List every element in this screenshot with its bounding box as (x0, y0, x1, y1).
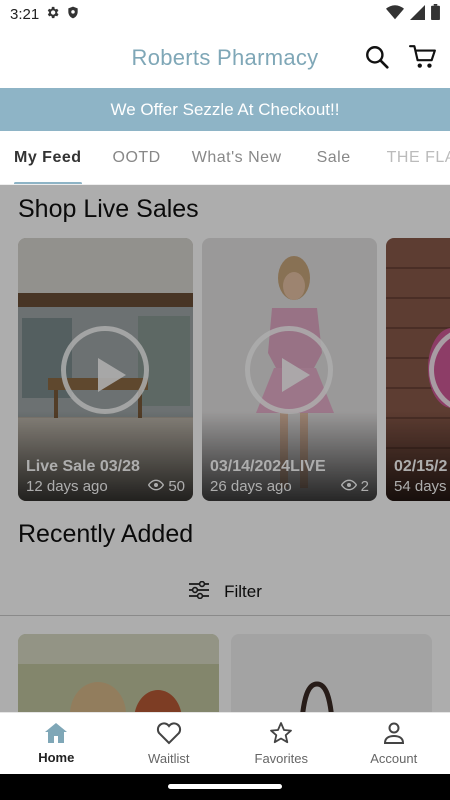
eye-icon (148, 478, 165, 495)
shield-icon (66, 5, 80, 24)
nav-home-label: Home (38, 750, 75, 765)
app-screen: 3:21 Roberts Pharmacy We Offer Sezzle At… (0, 0, 450, 800)
app-header: Roberts Pharmacy (0, 28, 450, 88)
settings-gear-icon (45, 5, 60, 24)
play-button[interactable] (61, 326, 149, 414)
status-bar: 3:21 (0, 0, 450, 28)
eye-icon (340, 478, 357, 495)
live-sale-title: 02/15/2 (394, 458, 448, 475)
feed-tabs: My Feed OOTD What's New Sale THE FLA (0, 131, 450, 185)
home-gesture-handle[interactable] (168, 784, 282, 789)
heart-icon (156, 721, 182, 748)
wifi-icon (386, 4, 404, 24)
product-card[interactable] (18, 634, 219, 712)
play-icon (282, 358, 310, 392)
search-icon[interactable] (362, 42, 392, 72)
tab-sale[interactable]: Sale (317, 131, 351, 184)
live-sale-title: Live Sale 03/28 (26, 458, 140, 475)
product-grid (18, 634, 432, 712)
live-sale-card[interactable]: Live Sale 03/28 12 days ago 50 (18, 238, 193, 501)
cart-icon[interactable] (408, 42, 438, 72)
product-thumbnail (231, 634, 432, 712)
play-icon (98, 358, 126, 392)
live-sales-heading: Shop Live Sales (18, 195, 199, 223)
promo-banner[interactable]: We Offer Sezzle At Checkout!! (0, 88, 450, 131)
live-sale-card[interactable]: 03/14/2024LIVE 26 days ago 2 (202, 238, 377, 501)
tab-the-fla[interactable]: THE FLA (387, 131, 450, 184)
live-sale-views: 50 (168, 478, 185, 495)
sliders-icon (188, 580, 210, 604)
live-sale-age: 12 days ago (26, 478, 108, 495)
recently-added-heading: Recently Added (18, 520, 194, 548)
home-icon (44, 722, 68, 747)
star-icon (269, 721, 293, 748)
nav-favorites-label: Favorites (254, 751, 308, 766)
filter-label: Filter (224, 582, 262, 601)
nav-home[interactable]: Home (0, 713, 113, 774)
nav-waitlist[interactable]: Waitlist (113, 713, 226, 774)
live-sale-card[interactable]: 02/15/2 54 days (386, 238, 450, 501)
tab-whats-new[interactable]: What's New (192, 131, 282, 184)
system-gesture-bar (0, 774, 450, 800)
nav-waitlist-label: Waitlist (148, 751, 190, 766)
bottom-navigation: Home Waitlist Favorites Account (0, 712, 450, 774)
play-button[interactable] (245, 326, 333, 414)
product-thumbnail (18, 634, 219, 712)
person-icon (382, 721, 406, 748)
nav-account-label: Account (370, 751, 418, 766)
status-time: 3:21 (10, 5, 40, 23)
battery-icon (431, 4, 440, 24)
divider (0, 615, 450, 616)
tab-my-feed[interactable]: My Feed (14, 131, 82, 184)
live-sale-age: 26 days ago (210, 478, 292, 495)
live-sale-views: 2 (360, 478, 369, 495)
live-sales-carousel[interactable]: Live Sale 03/28 12 days ago 50 03/14/202… (18, 238, 450, 501)
product-card[interactable] (231, 634, 432, 712)
nav-account[interactable]: Account (338, 713, 450, 774)
nav-favorites[interactable]: Favorites (225, 713, 338, 774)
feed-content: Shop Live Sales Live Sale 03/28 12 days … (0, 185, 450, 712)
tab-ootd[interactable]: OOTD (113, 131, 161, 184)
live-sale-title: 03/14/2024LIVE (210, 458, 326, 475)
signal-icon (410, 4, 425, 24)
live-sale-age: 54 days (394, 478, 447, 495)
filter-button[interactable]: Filter (0, 570, 450, 614)
store-title[interactable]: Roberts Pharmacy (132, 45, 319, 71)
